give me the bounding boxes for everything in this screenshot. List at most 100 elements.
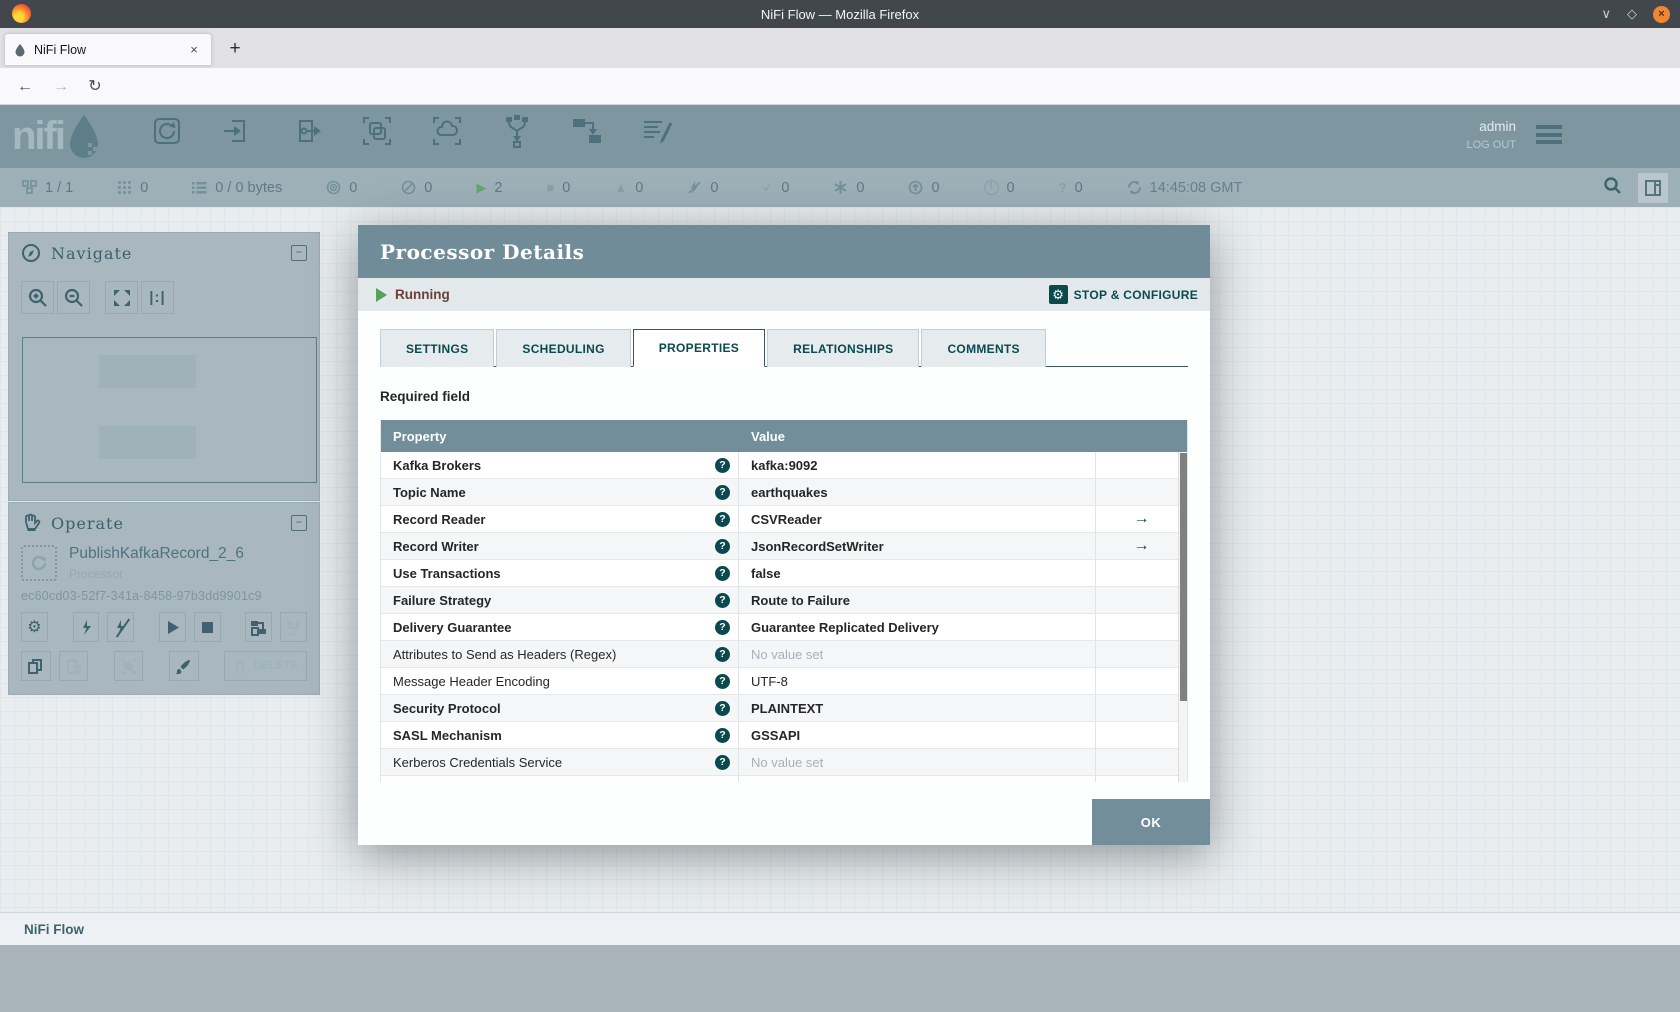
flow-status-panel-button[interactable]: [1638, 173, 1668, 203]
property-row[interactable]: Topic Name? earthquakes: [381, 479, 1187, 506]
property-help-icon[interactable]: ?: [715, 646, 730, 662]
zoom-out-button[interactable]: [57, 281, 90, 314]
property-row[interactable]: Delivery Guarantee? Guarantee Replicated …: [381, 614, 1187, 641]
property-help-icon[interactable]: ?: [715, 619, 730, 635]
property-value-cell[interactable]: CSVReader: [739, 506, 1096, 532]
reload-button[interactable]: ↻: [82, 74, 108, 100]
table-scrollbar[interactable]: [1178, 452, 1187, 782]
property-help-icon[interactable]: ?: [715, 673, 730, 689]
queued-status: 0 / 0 bytes: [192, 180, 282, 196]
collapse-operate-icon[interactable]: −: [291, 515, 307, 531]
property-column-header: Property: [393, 428, 447, 444]
breadcrumb[interactable]: NiFi Flow: [24, 922, 84, 937]
dialog-title: Processor Details: [380, 239, 585, 264]
zoom-in-button[interactable]: [21, 281, 54, 314]
up-to-date-icon: ✓: [762, 179, 774, 195]
property-row[interactable]: Security Protocol? PLAINTEXT: [381, 695, 1187, 722]
property-row[interactable]: Kerberos Credentials Service? No value se…: [381, 749, 1187, 776]
funnel-tool-icon[interactable]: [500, 114, 534, 148]
template-tool-icon[interactable]: [570, 114, 604, 148]
property-help-icon[interactable]: ?: [715, 484, 730, 500]
property-help-icon[interactable]: ?: [715, 700, 730, 716]
zoom-fit-button[interactable]: [105, 281, 138, 314]
property-row[interactable]: Kerberos Service Name?No value set: [381, 776, 1187, 782]
property-row[interactable]: SASL Mechanism? GSSAPI: [381, 722, 1187, 749]
scrollbar-thumb[interactable]: [1180, 453, 1187, 701]
window-maximize-button[interactable]: ◇: [1627, 6, 1637, 22]
property-value-cell[interactable]: earthquakes: [739, 479, 1096, 505]
label-tool-icon[interactable]: [640, 114, 674, 148]
property-value-cell[interactable]: GSSAPI: [739, 722, 1096, 748]
property-help-icon[interactable]: ?: [715, 781, 730, 782]
disable-button[interactable]: [107, 612, 135, 642]
window-minimize-button[interactable]: ∨: [1601, 6, 1611, 22]
property-row[interactable]: Record Writer? JsonRecordSetWriter →: [381, 533, 1187, 560]
property-help-icon[interactable]: ?: [715, 538, 730, 554]
browser-tab-bar: NiFi Flow × +: [0, 28, 1680, 68]
minimap-processor-rect: [99, 426, 196, 459]
new-tab-button[interactable]: +: [222, 36, 248, 62]
property-help-icon[interactable]: ?: [715, 511, 730, 527]
configure-button[interactable]: ⚙: [21, 612, 48, 642]
property-value-cell[interactable]: No value set: [739, 641, 1096, 667]
output-port-tool-icon[interactable]: [290, 114, 324, 148]
logout-link[interactable]: LOG OUT: [1466, 139, 1516, 151]
start-button[interactable]: [159, 612, 186, 642]
refresh-icon[interactable]: [1127, 180, 1142, 195]
search-button[interactable]: [1603, 176, 1622, 200]
tab-relationships[interactable]: RELATIONSHIPS: [767, 329, 920, 367]
back-button[interactable]: ←: [12, 74, 38, 100]
copy-button[interactable]: [21, 651, 51, 681]
window-close-button[interactable]: ×: [1653, 5, 1670, 23]
ok-button[interactable]: OK: [1092, 799, 1210, 845]
property-value-cell[interactable]: No value set: [739, 749, 1096, 775]
property-row[interactable]: Kafka Brokers? kafka:9092: [381, 452, 1187, 479]
property-value-cell[interactable]: false: [739, 560, 1096, 586]
goto-controller-service-arrow[interactable]: →: [1096, 510, 1187, 528]
input-port-tool-icon[interactable]: [220, 114, 254, 148]
locally-modified-stale-status: ! 0: [983, 180, 1015, 196]
property-name-cell: Security Protocol?: [381, 695, 739, 721]
birdseye-minimap[interactable]: [22, 337, 317, 483]
running-icon: ▶: [476, 179, 487, 195]
property-row[interactable]: Use Transactions? false: [381, 560, 1187, 587]
zoom-actual-size-button[interactable]: |:|: [141, 281, 174, 314]
browser-tab[interactable]: NiFi Flow ×: [4, 33, 212, 66]
stop-button[interactable]: [193, 612, 221, 642]
remote-process-group-tool-icon[interactable]: [430, 114, 464, 148]
property-help-icon[interactable]: ?: [715, 565, 730, 581]
global-menu-icon[interactable]: [1536, 125, 1562, 144]
create-template-button[interactable]: [245, 612, 273, 642]
property-row[interactable]: Failure Strategy? Route to Failure: [381, 587, 1187, 614]
locally-modified-stale-icon: !: [983, 180, 999, 195]
goto-controller-service-arrow[interactable]: →: [1096, 537, 1187, 555]
property-row[interactable]: Message Header Encoding? UTF-8: [381, 668, 1187, 695]
property-value-cell[interactable]: JsonRecordSetWriter: [739, 533, 1096, 559]
property-help-icon[interactable]: ?: [715, 754, 730, 770]
tab-close-icon[interactable]: ×: [185, 42, 203, 57]
collapse-navigate-icon[interactable]: −: [291, 245, 307, 261]
change-color-button[interactable]: [169, 651, 199, 681]
property-help-icon[interactable]: ?: [715, 592, 730, 608]
property-value-cell[interactable]: Guarantee Replicated Delivery: [739, 614, 1096, 640]
property-value-cell[interactable]: Route to Failure: [739, 587, 1096, 613]
property-value-cell[interactable]: kafka:9092: [739, 452, 1096, 478]
property-help-icon[interactable]: ?: [715, 457, 730, 473]
property-row[interactable]: Record Reader? CSVReader →: [381, 506, 1187, 533]
property-value-cell[interactable]: PLAINTEXT: [739, 695, 1096, 721]
processor-tool-icon[interactable]: [150, 114, 184, 148]
tab-comments[interactable]: COMMENTS: [921, 329, 1046, 367]
property-name-cell: Kerberos Service Name?: [381, 776, 739, 782]
tab-properties[interactable]: PROPERTIES: [632, 329, 766, 367]
enable-button[interactable]: [72, 612, 100, 642]
paste-button: [58, 651, 88, 681]
property-row[interactable]: Attributes to Send as Headers (Regex)? No…: [381, 641, 1187, 668]
process-group-tool-icon[interactable]: [360, 114, 394, 148]
property-help-icon[interactable]: ?: [715, 727, 730, 743]
property-name-cell: Delivery Guarantee?: [381, 614, 739, 640]
stop-and-configure-button[interactable]: ⚙ STOP & CONFIGURE: [1048, 285, 1198, 304]
property-value-cell[interactable]: UTF-8: [739, 668, 1096, 694]
tab-scheduling[interactable]: SCHEDULING: [496, 329, 631, 367]
tab-settings[interactable]: SETTINGS: [380, 329, 495, 367]
property-value-cell[interactable]: No value set: [739, 776, 1096, 782]
